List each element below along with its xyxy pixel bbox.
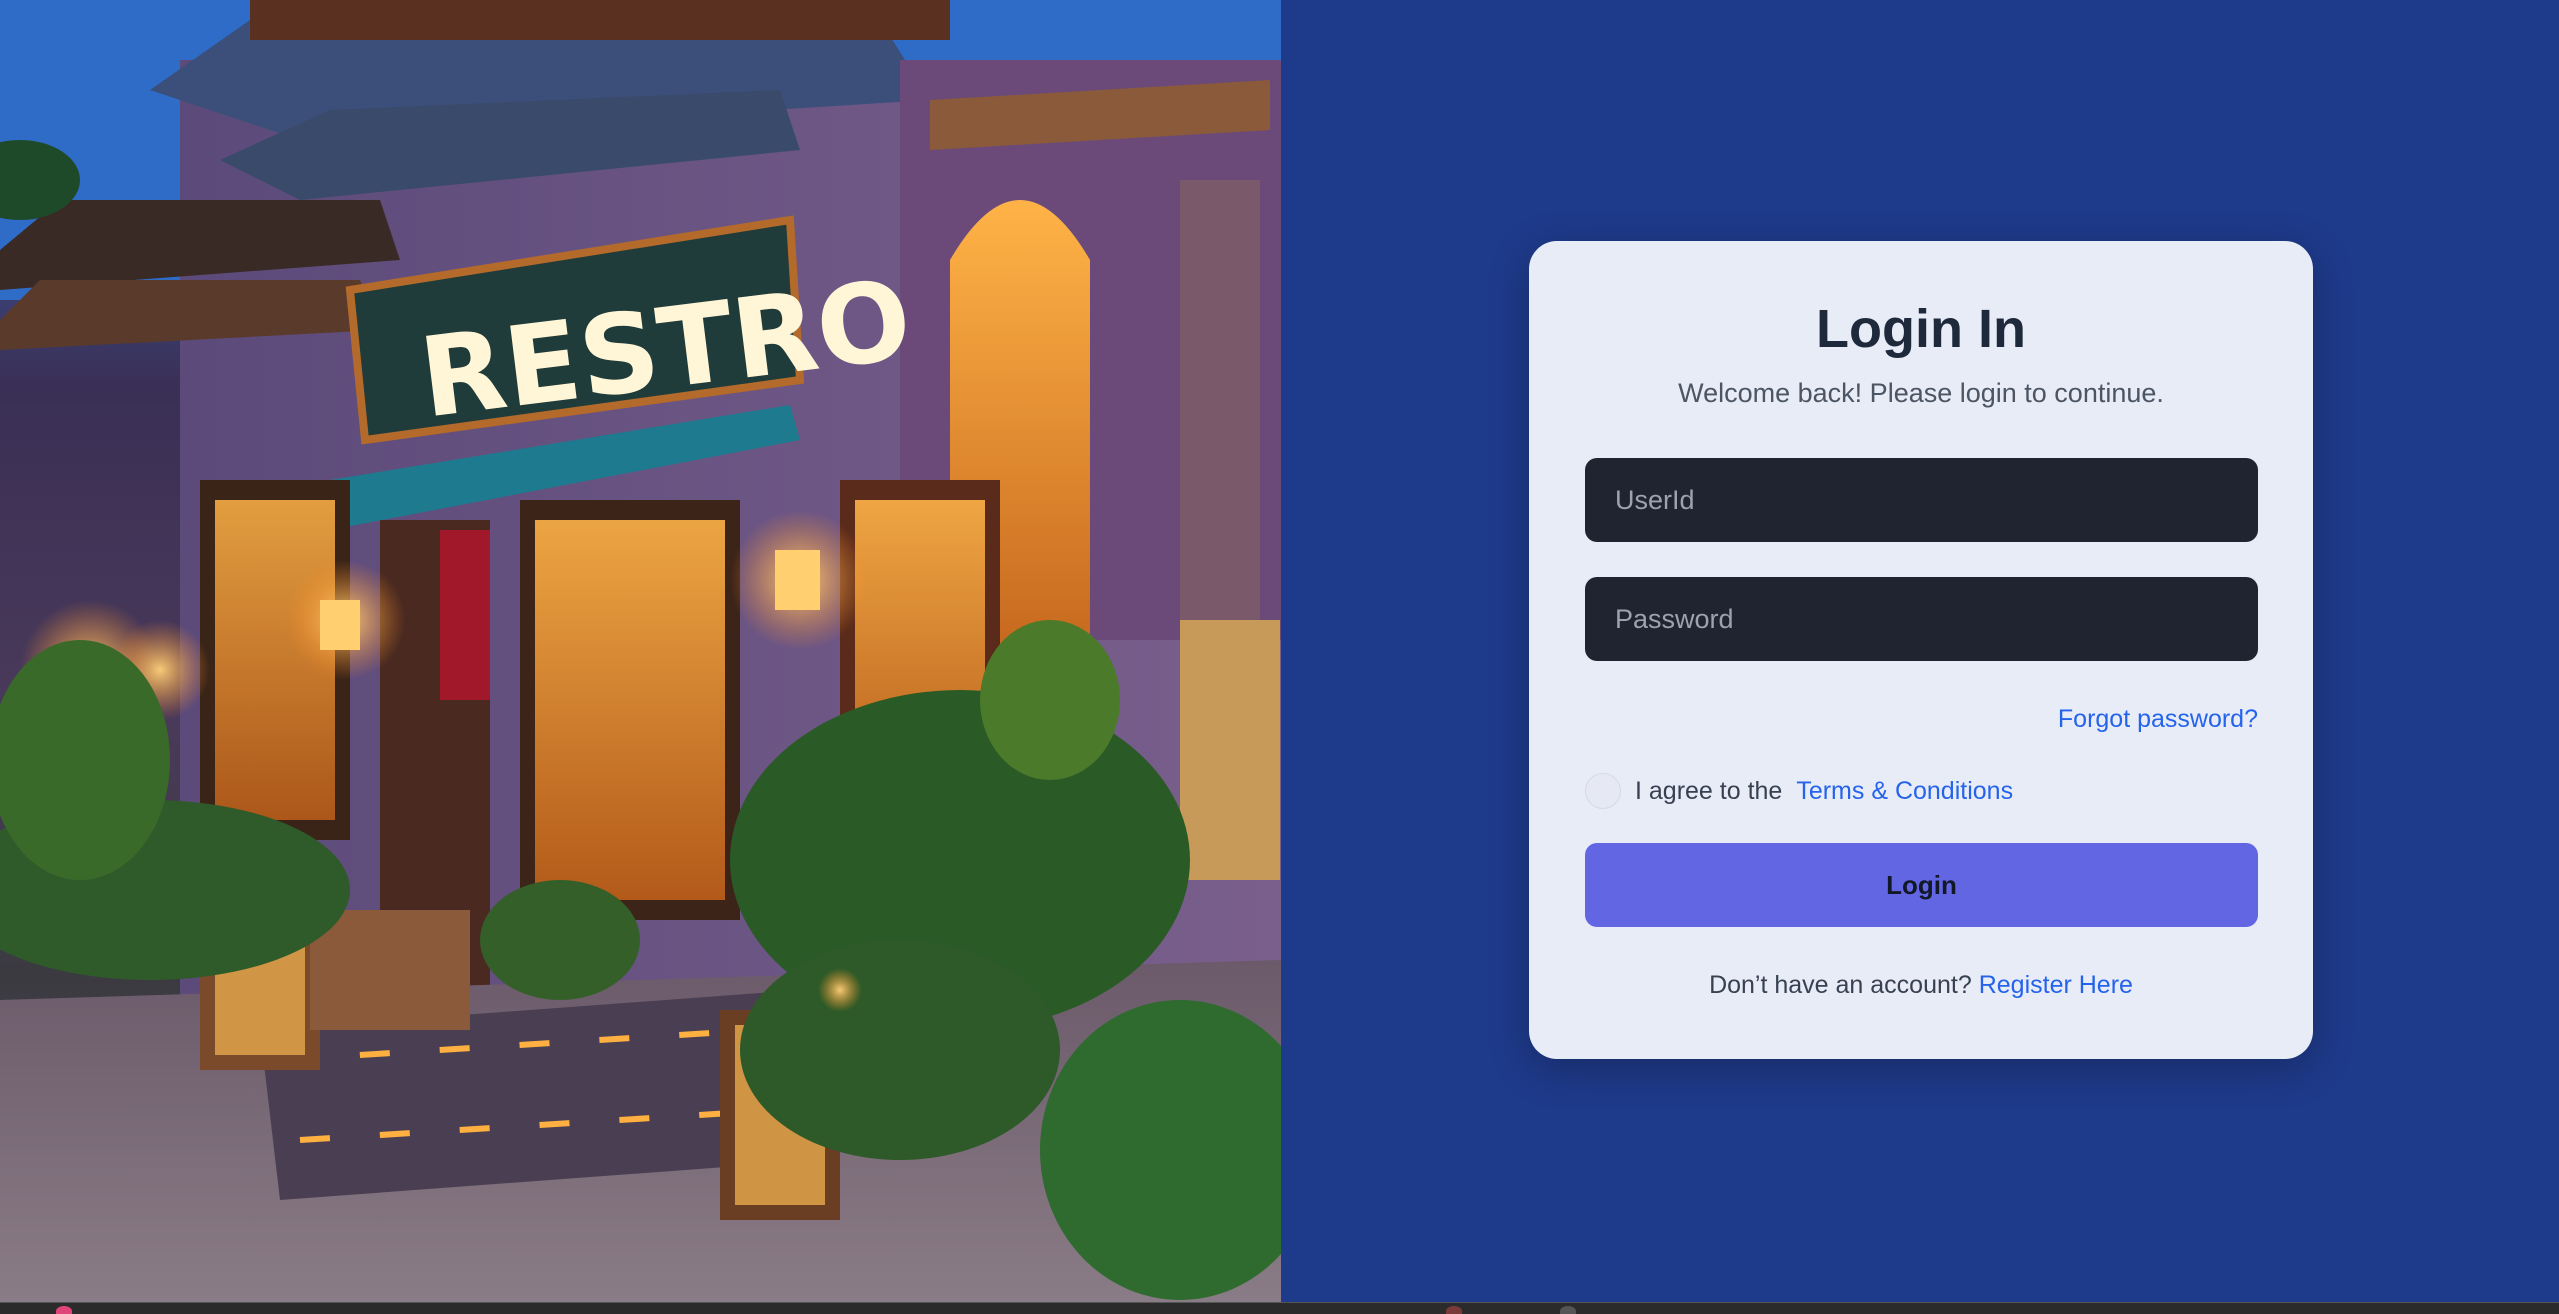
login-page: RESTRO Login In Welcome back! Please log… — [0, 0, 2559, 1314]
taskbar-app-icon[interactable] — [1446, 1306, 1462, 1314]
terms-checkbox[interactable] — [1585, 773, 1621, 809]
login-title: Login In — [1816, 299, 2026, 359]
register-link[interactable]: Register Here — [1979, 971, 2133, 999]
login-subtitle: Welcome back! Please login to continue. — [1678, 378, 2164, 408]
terms-agreement-row: I agree to the Terms & Conditions — [1585, 772, 2013, 810]
agree-label: I agree to the — [1635, 776, 1783, 805]
register-prompt-text: Don’t have an account? — [1709, 971, 1972, 999]
terms-conditions-link[interactable]: Terms & Conditions — [1796, 777, 2013, 806]
restaurant-illustration: RESTRO — [0, 0, 1281, 1302]
taskbar — [0, 1302, 2559, 1314]
password-input[interactable] — [1585, 577, 2258, 661]
forgot-password-link[interactable]: Forgot password? — [2058, 705, 2258, 734]
userid-input[interactable] — [1585, 458, 2258, 542]
taskbar-app-icon[interactable] — [1560, 1306, 1576, 1314]
login-button[interactable]: Login — [1585, 843, 2258, 927]
restaurant-hero-image: RESTRO — [0, 0, 1281, 1302]
register-prompt-row: Don’t have an account? Register Here — [1281, 971, 2313, 1000]
taskbar-app-icon[interactable] — [56, 1306, 72, 1314]
